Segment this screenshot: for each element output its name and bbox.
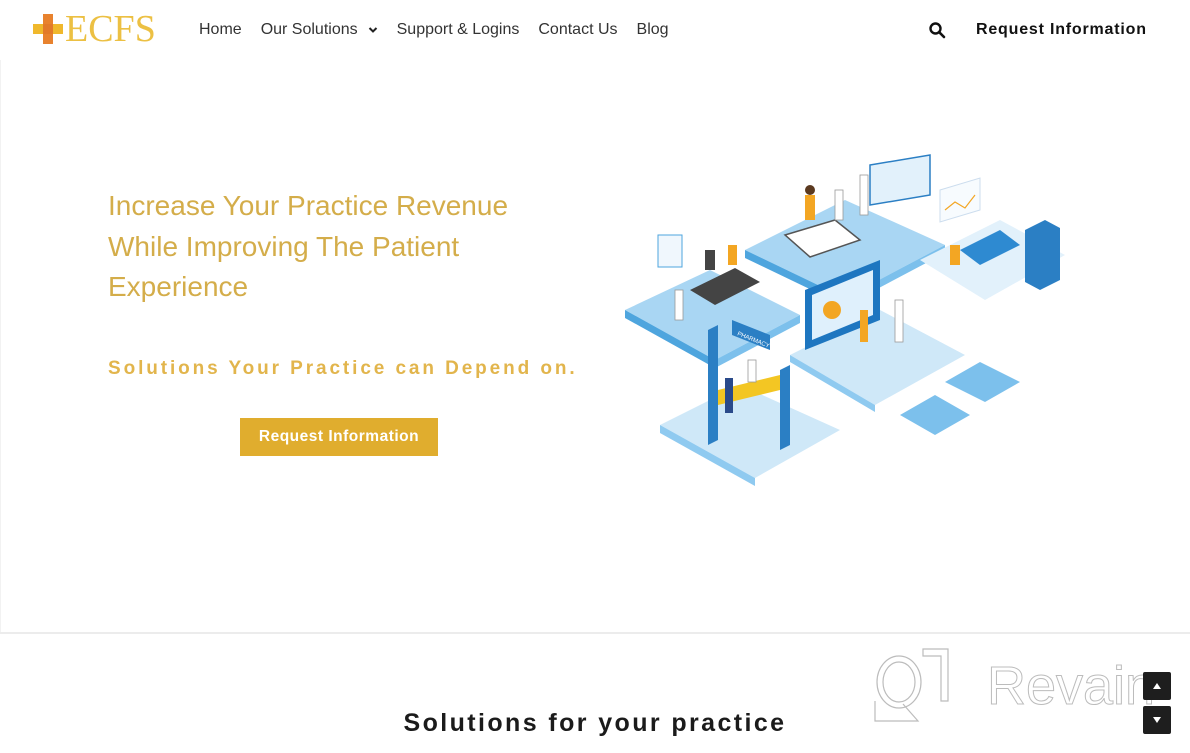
hero-request-information-button[interactable]: Request Information: [240, 418, 438, 456]
nav-home[interactable]: Home: [199, 19, 242, 41]
site-header: ECFS Home Our Solutions Support & Logins…: [0, 0, 1190, 60]
nav-contact-us[interactable]: Contact Us: [538, 19, 617, 41]
nav-support-logins[interactable]: Support & Logins: [397, 19, 520, 41]
ecfs-logo[interactable]: ECFS: [33, 8, 156, 50]
nav-our-solutions-label: Our Solutions: [260, 21, 358, 38]
main-nav: Home Our Solutions Support & Logins Cont…: [199, 19, 688, 41]
platform-pharmacy: [660, 385, 840, 486]
logo-text: ECFS: [65, 8, 156, 50]
hero-title: Increase Your Practice Revenue While Imp…: [108, 190, 509, 302]
scroll-down-button[interactable]: [1143, 706, 1171, 734]
section-divider: [0, 632, 1190, 634]
nav-blog-label: Blog: [636, 21, 669, 38]
solutions-title: Solutions for your practice: [403, 709, 787, 737]
nav-support-logins-label: Support & Logins: [396, 21, 520, 38]
nav-home-label: Home: [199, 21, 242, 38]
nav-contact-us-label: Contact Us: [538, 21, 618, 38]
search-icon[interactable]: [928, 21, 946, 39]
nav-our-solutions[interactable]: Our Solutions: [261, 19, 378, 41]
page-edge: [0, 0, 1, 632]
medical-cross-icon: [33, 14, 63, 44]
chevron-down-icon: [368, 27, 377, 33]
hero-subtitle: Solutions Your Practice can Depend on.: [108, 358, 578, 379]
header-request-information-link[interactable]: Request Information: [976, 19, 1147, 41]
scroll-up-button[interactable]: [1143, 672, 1171, 700]
arrow-up-icon: [1153, 683, 1161, 689]
nav-blog[interactable]: Blog: [637, 19, 669, 41]
healthcare-isometric-illustration: PHARMACY: [625, 154, 1065, 486]
arrow-down-icon: [1153, 717, 1161, 723]
